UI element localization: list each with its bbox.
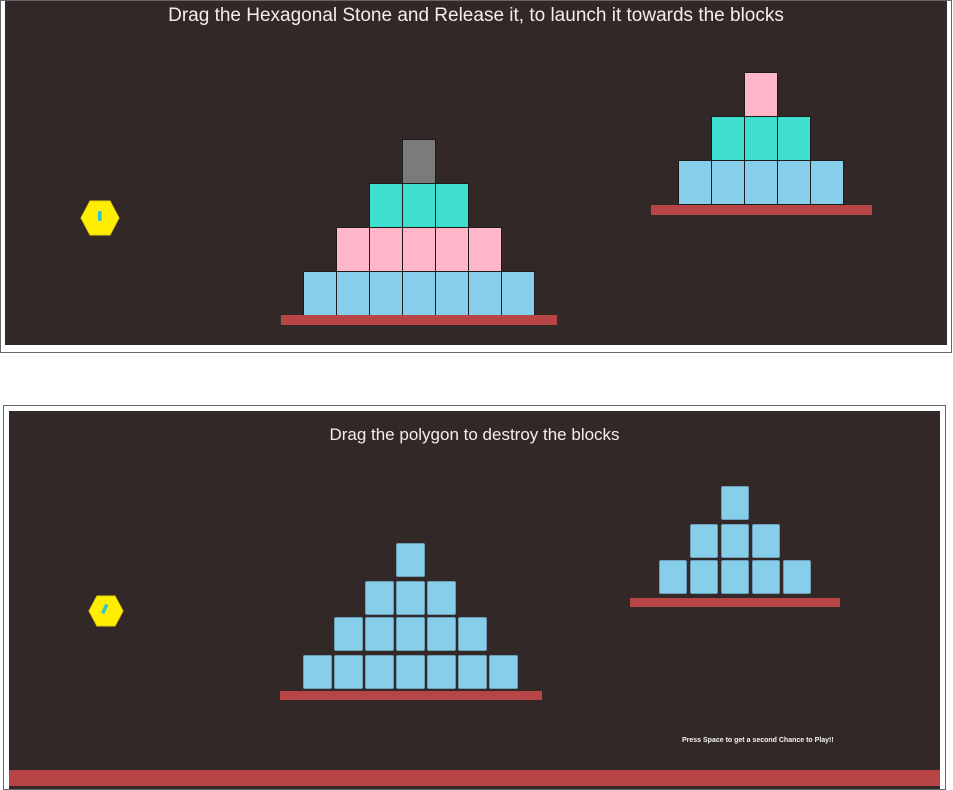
bottom-floor [9,770,940,786]
blue-block[interactable] [365,617,394,651]
teal-block[interactable] [435,183,469,228]
blue-block[interactable] [396,543,425,577]
bottom-screenshot-frame: Drag the polygon to destroy the blocks P… [3,405,946,790]
blue-block[interactable] [501,271,535,316]
blue-block[interactable] [810,160,844,205]
blue-block[interactable] [489,655,518,689]
top-game-canvas[interactable]: Drag the Hexagonal Stone and Release it,… [5,1,947,345]
bottom-game-canvas[interactable]: Drag the polygon to destroy the blocks P… [9,411,940,789]
top-screenshot-frame: Drag the Hexagonal Stone and Release it,… [0,0,952,353]
teal-block[interactable] [369,183,403,228]
blue-block[interactable] [365,655,394,689]
gray-block[interactable] [402,139,436,184]
pink-block[interactable] [468,227,502,272]
blue-block[interactable] [690,524,718,558]
pink-block[interactable] [402,227,436,272]
blue-block[interactable] [458,617,487,651]
blue-block[interactable] [435,271,469,316]
polygon-stone[interactable] [88,595,124,627]
teal-block[interactable] [744,116,778,161]
pink-block[interactable] [336,227,370,272]
blue-block[interactable] [427,617,456,651]
bottom-right-ground-platform [630,598,840,607]
blue-block[interactable] [396,581,425,615]
pink-block[interactable] [435,227,469,272]
blue-block[interactable] [303,655,332,689]
blue-block[interactable] [336,271,370,316]
blue-block[interactable] [369,271,403,316]
blue-block[interactable] [396,655,425,689]
hexagonal-stone[interactable] [80,200,120,236]
blue-block[interactable] [721,524,749,558]
pink-block[interactable] [744,72,778,117]
top-instruction-title: Drag the Hexagonal Stone and Release it,… [168,5,784,26]
blue-block[interactable] [458,655,487,689]
blue-block[interactable] [334,617,363,651]
blue-block[interactable] [468,271,502,316]
second-chance-hint: Press Space to get a second Chance to Pl… [682,737,834,744]
blue-block[interactable] [365,581,394,615]
blue-block[interactable] [777,160,811,205]
blue-block[interactable] [752,524,780,558]
pink-block[interactable] [369,227,403,272]
blue-block[interactable] [402,271,436,316]
bottom-left-ground-platform [280,691,542,700]
top-left-ground-platform [281,315,557,325]
blue-block[interactable] [427,655,456,689]
blue-block[interactable] [427,581,456,615]
bottom-instruction-title: Drag the polygon to destroy the blocks [329,425,620,444]
blue-block[interactable] [744,160,778,205]
teal-block[interactable] [711,116,745,161]
blue-block[interactable] [396,617,425,651]
blue-block[interactable] [752,560,780,594]
blue-block[interactable] [690,560,718,594]
blue-block[interactable] [721,560,749,594]
blue-block[interactable] [783,560,811,594]
teal-block[interactable] [402,183,436,228]
blue-block[interactable] [659,560,687,594]
blue-block[interactable] [303,271,337,316]
blue-block[interactable] [711,160,745,205]
blue-block[interactable] [678,160,712,205]
teal-block[interactable] [777,116,811,161]
top-right-ground-platform [651,205,872,215]
blue-block[interactable] [721,486,749,520]
blue-block[interactable] [334,655,363,689]
stone-mark [98,211,102,221]
